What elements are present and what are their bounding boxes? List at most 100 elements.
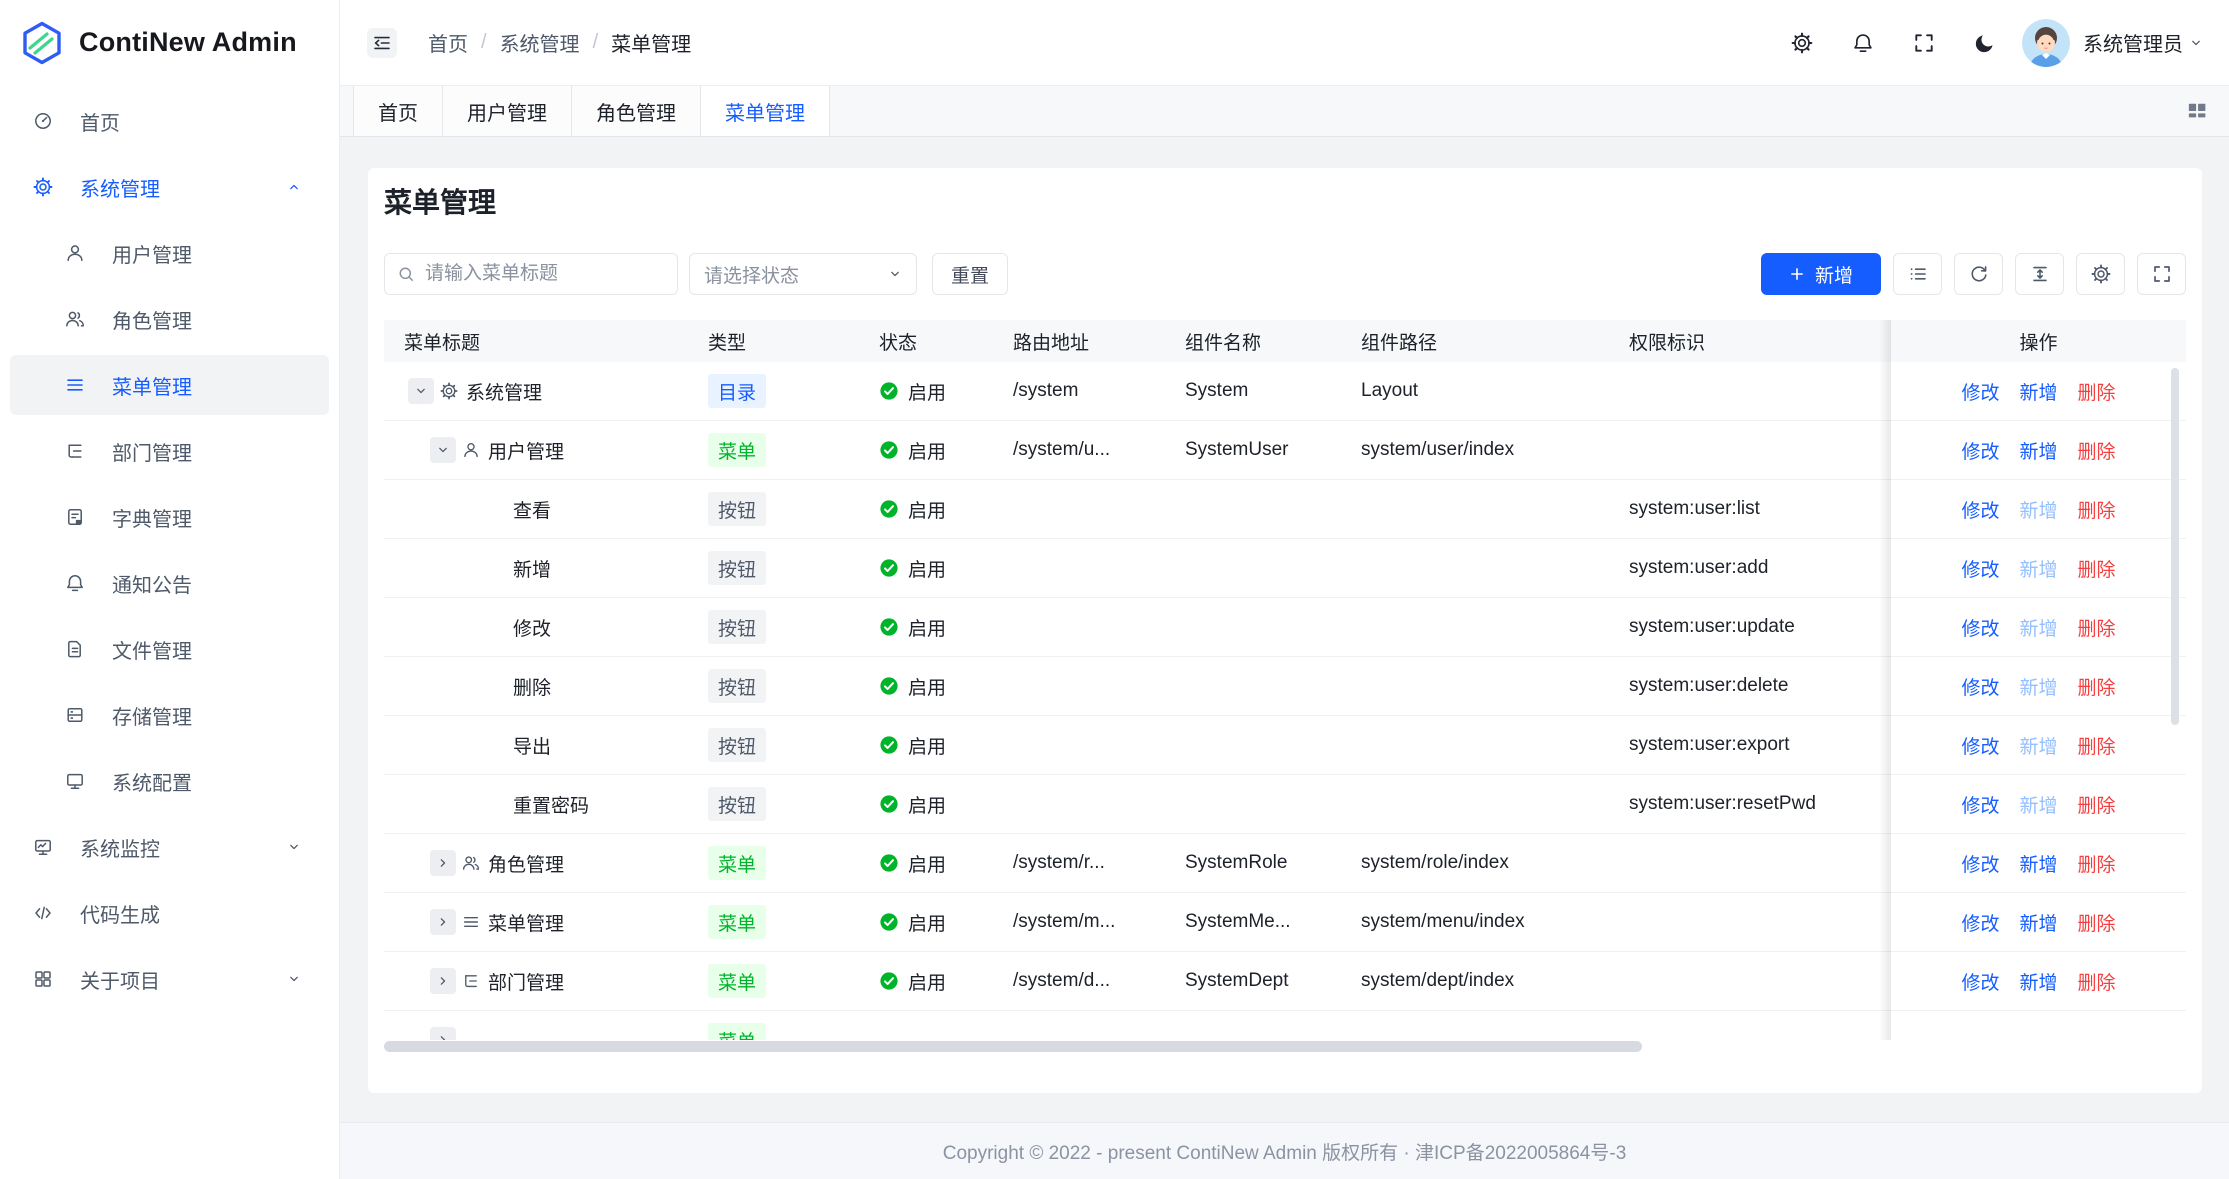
sidebar-item-dicts[interactable]: 字典管理 bbox=[10, 487, 329, 547]
delete-link[interactable]: 删除 bbox=[2078, 614, 2116, 641]
delete-link[interactable]: 删除 bbox=[2078, 732, 2116, 759]
sidebar-item-home[interactable]: 首页 bbox=[10, 91, 329, 151]
tab-menus-active[interactable]: 菜单管理 bbox=[701, 86, 830, 136]
check-circle-icon bbox=[879, 794, 899, 814]
horizontal-scrollbar-thumb[interactable] bbox=[384, 1041, 1642, 1052]
edit-link[interactable]: 修改 bbox=[1961, 968, 1999, 995]
fullscreen-icon[interactable] bbox=[1913, 32, 1935, 54]
sidebar-item-files[interactable]: 文件管理 bbox=[10, 619, 329, 679]
status-badge: 启用 bbox=[879, 437, 946, 464]
status-select[interactable]: 请选择状态 bbox=[689, 253, 917, 295]
list-view-button[interactable] bbox=[1893, 253, 1942, 295]
sidebar-item-menus[interactable]: 菜单管理 bbox=[10, 355, 329, 415]
column-header: 组件名称 bbox=[1172, 328, 1348, 355]
add-button[interactable]: 新增 bbox=[1761, 253, 1881, 295]
sidebar-item-storage[interactable]: 存储管理 bbox=[10, 685, 329, 745]
collapse-row-button[interactable] bbox=[430, 437, 456, 463]
add-link[interactable]: 新增 bbox=[2019, 378, 2057, 405]
add-link-disabled: 新增 bbox=[2019, 555, 2057, 582]
route-path: /system/r... bbox=[1000, 852, 1172, 874]
delete-link[interactable]: 删除 bbox=[2078, 968, 2116, 995]
edit-link[interactable]: 修改 bbox=[1961, 791, 1999, 818]
user-icon bbox=[65, 243, 85, 263]
component-name: SystemRole bbox=[1172, 852, 1348, 874]
delete-link[interactable]: 删除 bbox=[2078, 437, 2116, 464]
user-name[interactable]: 系统管理员 bbox=[2083, 28, 2183, 57]
delete-link[interactable]: 删除 bbox=[2078, 378, 2116, 405]
tab-home[interactable]: 首页 bbox=[353, 86, 443, 136]
edit-link[interactable]: 修改 bbox=[1961, 850, 1999, 877]
table-fullscreen-button[interactable] bbox=[2137, 253, 2186, 295]
footer: Copyright © 2022 - present ContiNew Admi… bbox=[340, 1122, 2229, 1179]
tab-users[interactable]: 用户管理 bbox=[443, 86, 572, 136]
component-path: system/user/index bbox=[1348, 439, 1616, 461]
sidebar-item-label: 部门管理 bbox=[112, 437, 192, 466]
search-box bbox=[384, 253, 678, 295]
column-header: 状态 bbox=[866, 328, 1000, 355]
chevron-down-icon bbox=[436, 443, 450, 457]
delete-link[interactable]: 删除 bbox=[2078, 555, 2116, 582]
expand-row-button[interactable] bbox=[430, 850, 456, 876]
type-badge: 按钮 bbox=[708, 492, 766, 526]
edit-link[interactable]: 修改 bbox=[1961, 555, 1999, 582]
expand-row-button[interactable] bbox=[430, 1027, 456, 1040]
sidebar-item-system[interactable]: 系统管理 bbox=[10, 157, 329, 217]
horizontal-scrollbar[interactable] bbox=[384, 1041, 2186, 1053]
add-link[interactable]: 新增 bbox=[2019, 437, 2057, 464]
avatar[interactable] bbox=[2022, 19, 2070, 67]
sidebar-item-about[interactable]: 关于项目 bbox=[10, 949, 329, 1009]
column-settings-button[interactable] bbox=[2076, 253, 2125, 295]
expand-row-button[interactable] bbox=[430, 909, 456, 935]
sidebar-item-notices[interactable]: 通知公告 bbox=[10, 553, 329, 613]
avatar-image bbox=[2022, 19, 2070, 67]
type-badge: 按钮 bbox=[708, 610, 766, 644]
page-card: 菜单管理 请选择状态 重置 新增 菜单标题 bbox=[368, 168, 2202, 1093]
chevron-down-icon[interactable] bbox=[2189, 36, 2203, 50]
tab-roles[interactable]: 角色管理 bbox=[572, 86, 701, 136]
vertical-scrollbar-thumb[interactable] bbox=[2171, 368, 2179, 725]
sidebar-item-depts[interactable]: 部门管理 bbox=[10, 421, 329, 481]
breadcrumb-item[interactable]: 首页 bbox=[428, 28, 468, 57]
tab-layout-grid-icon[interactable] bbox=[2186, 100, 2208, 122]
sidebar-item-monitor[interactable]: 系统监控 bbox=[10, 817, 329, 877]
delete-link[interactable]: 删除 bbox=[2078, 496, 2116, 523]
sidebar-item-roles[interactable]: 角色管理 bbox=[10, 289, 329, 349]
row-height-button[interactable] bbox=[2015, 253, 2064, 295]
component-path: Layout bbox=[1348, 380, 1616, 402]
edit-link[interactable]: 修改 bbox=[1961, 732, 1999, 759]
sidebar-item-label: 系统管理 bbox=[80, 173, 160, 202]
settings-gear-icon[interactable] bbox=[1791, 32, 1813, 54]
notification-bell-icon[interactable] bbox=[1852, 32, 1874, 54]
check-circle-icon bbox=[879, 558, 899, 578]
column-header: 组件路径 bbox=[1348, 328, 1616, 355]
sidebar-item-label: 代码生成 bbox=[80, 899, 160, 928]
expand-row-button[interactable] bbox=[430, 968, 456, 994]
edit-link[interactable]: 修改 bbox=[1961, 909, 1999, 936]
sidebar-item-users[interactable]: 用户管理 bbox=[10, 223, 329, 283]
status-badge: 启用 bbox=[879, 909, 946, 936]
add-link[interactable]: 新增 bbox=[2019, 850, 2057, 877]
edit-link[interactable]: 修改 bbox=[1961, 378, 1999, 405]
reset-button[interactable]: 重置 bbox=[932, 253, 1008, 295]
breadcrumb-item[interactable]: 系统管理 bbox=[500, 28, 580, 57]
edit-link[interactable]: 修改 bbox=[1961, 437, 1999, 464]
delete-link[interactable]: 删除 bbox=[2078, 673, 2116, 700]
edit-link[interactable]: 修改 bbox=[1961, 614, 1999, 641]
refresh-button[interactable] bbox=[1954, 253, 2003, 295]
add-link[interactable]: 新增 bbox=[2019, 909, 2057, 936]
search-input[interactable] bbox=[425, 263, 665, 285]
table-row: 用户管理 菜单 启用 /system/u... SystemUser syste… bbox=[384, 421, 2186, 480]
sidebar: ContiNew Admin 首页 系统管理 用户管理 角色管理 菜单管理 部门… bbox=[0, 0, 340, 1179]
delete-link[interactable]: 删除 bbox=[2078, 850, 2116, 877]
delete-link[interactable]: 删除 bbox=[2078, 791, 2116, 818]
menu-title: 查看 bbox=[513, 496, 551, 523]
edit-link[interactable]: 修改 bbox=[1961, 673, 1999, 700]
add-link[interactable]: 新增 bbox=[2019, 968, 2057, 995]
dark-mode-moon-icon[interactable] bbox=[1974, 32, 1996, 54]
collapse-sidebar-button[interactable] bbox=[367, 28, 397, 58]
sidebar-item-codegen[interactable]: 代码生成 bbox=[10, 883, 329, 943]
edit-link[interactable]: 修改 bbox=[1961, 496, 1999, 523]
collapse-row-button[interactable] bbox=[408, 378, 434, 404]
delete-link[interactable]: 删除 bbox=[2078, 909, 2116, 936]
sidebar-item-config[interactable]: 系统配置 bbox=[10, 751, 329, 811]
